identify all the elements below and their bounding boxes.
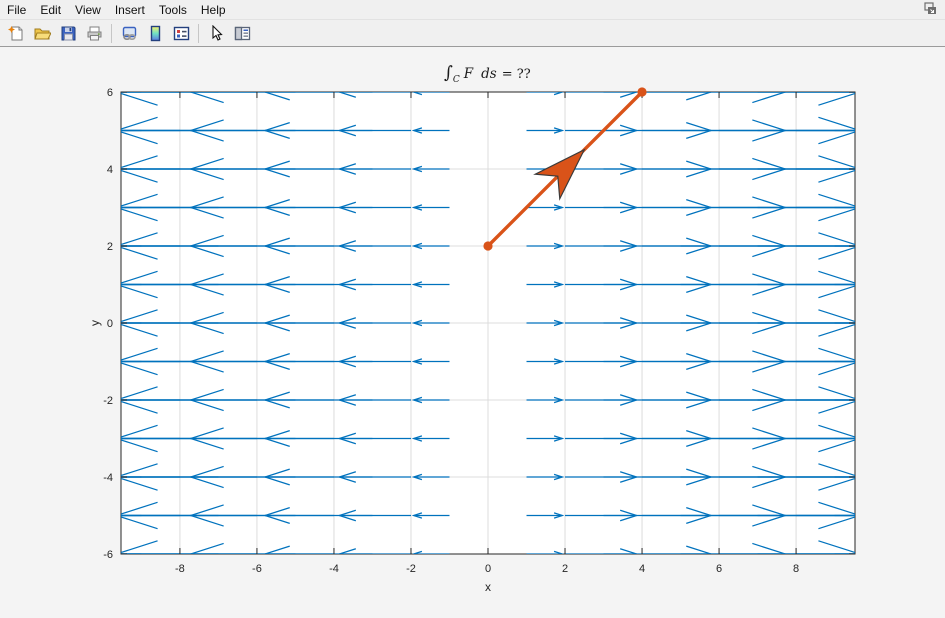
x-tick-label: 0: [485, 563, 491, 575]
open-file-icon: [34, 25, 51, 42]
figure-toolbar: [0, 20, 945, 47]
save-figure-icon: [60, 25, 77, 42]
x-axis-label: x: [485, 580, 491, 594]
x-tick-label: -4: [329, 563, 339, 575]
insert-colorbar-button[interactable]: [142, 22, 168, 45]
link-plot-button[interactable]: [116, 22, 142, 45]
figure-canvas: -8 -6 -4 -2 0 2 4 6 8 -6 -4 -2 0 2 4 6 ∫CFds= ?? x y: [0, 47, 945, 618]
print-figure-button[interactable]: [81, 22, 107, 45]
menu-file[interactable]: File: [0, 1, 33, 19]
toolbar-separator: [111, 24, 112, 43]
curve-endpoint-marker: [483, 241, 492, 250]
y-tick-label: -2: [103, 395, 113, 407]
x-tick-label: 2: [562, 563, 568, 575]
y-tick-label: 6: [107, 87, 113, 99]
undock-button[interactable]: [921, 2, 937, 16]
menu-help[interactable]: Help: [194, 1, 233, 19]
y-tick-label: -4: [103, 472, 113, 484]
insert-legend-icon: [173, 25, 190, 42]
insert-legend-button[interactable]: [168, 22, 194, 45]
x-tick-label: 6: [716, 563, 722, 575]
new-figure-icon: [8, 25, 25, 42]
menu-edit[interactable]: Edit: [33, 1, 68, 19]
insert-colorbar-icon: [147, 25, 164, 42]
undock-icon: [921, 2, 937, 16]
quiver-plot-axes[interactable]: -8 -6 -4 -2 0 2 4 6 8 -6 -4 -2 0 2 4 6 ∫CFds= ?? x y: [0, 47, 945, 618]
y-tick-label: 0: [107, 318, 113, 330]
y-tick-label: 2: [107, 241, 113, 253]
y-axis-label: y: [88, 320, 102, 326]
edit-plot-button[interactable]: [203, 22, 229, 45]
save-figure-button[interactable]: [55, 22, 81, 45]
print-figure-icon: [86, 25, 103, 42]
menu-bar: File Edit View Insert Tools Help: [0, 0, 945, 20]
link-plot-icon: [121, 25, 138, 42]
open-file-button[interactable]: [29, 22, 55, 45]
property-inspector-icon: [234, 25, 251, 42]
new-figure-button[interactable]: [3, 22, 29, 45]
y-tick-label: -6: [103, 549, 113, 561]
y-tick-label: 4: [107, 164, 113, 176]
menu-insert[interactable]: Insert: [108, 1, 152, 19]
menu-tools[interactable]: Tools: [152, 1, 194, 19]
plot-title: ∫CFds= ??: [444, 63, 531, 85]
property-inspector-button[interactable]: [229, 22, 255, 45]
x-tick-label: 8: [793, 563, 799, 575]
edit-plot-icon: [208, 25, 225, 42]
x-tick-label: -8: [175, 563, 185, 575]
toolbar-separator: [198, 24, 199, 43]
menu-view[interactable]: View: [68, 1, 108, 19]
x-tick-label: -2: [406, 563, 416, 575]
figure-window-chrome: File Edit View Insert Tools Help: [0, 0, 945, 47]
curve-endpoint-marker: [637, 87, 646, 96]
x-tick-label: -6: [252, 563, 262, 575]
x-tick-label: 4: [639, 563, 645, 575]
